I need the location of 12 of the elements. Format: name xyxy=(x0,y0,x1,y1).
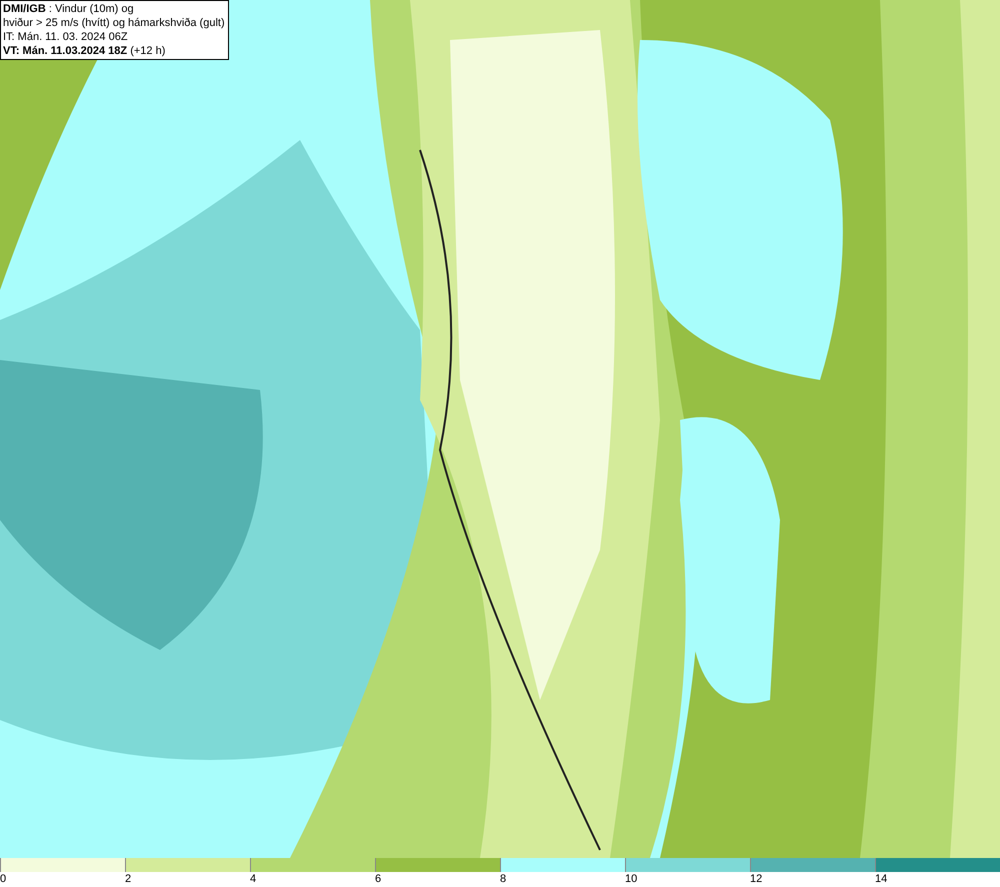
title-line: IT: Mán. 11. 03. 2024 06Z xyxy=(3,30,129,44)
title-line: VT: Mán. 11.03.2024 18Z (+12 h) xyxy=(3,44,166,58)
legend-label: 8 xyxy=(500,872,506,886)
legend-label: 6 xyxy=(375,872,382,886)
legend-label: 12 xyxy=(750,872,762,886)
legend-label: 4 xyxy=(250,872,256,886)
legend-label: 2 xyxy=(125,872,132,886)
legend-label: 14 xyxy=(875,872,888,886)
legend-label: 0 xyxy=(0,872,6,886)
legend-label: 10 xyxy=(625,872,638,886)
title-line: DMI/IGB : Vindur (10m) og xyxy=(3,2,135,16)
title-line: hviður > 25 m/s (hvítt) og hámarkshviða (gult) xyxy=(3,16,226,30)
